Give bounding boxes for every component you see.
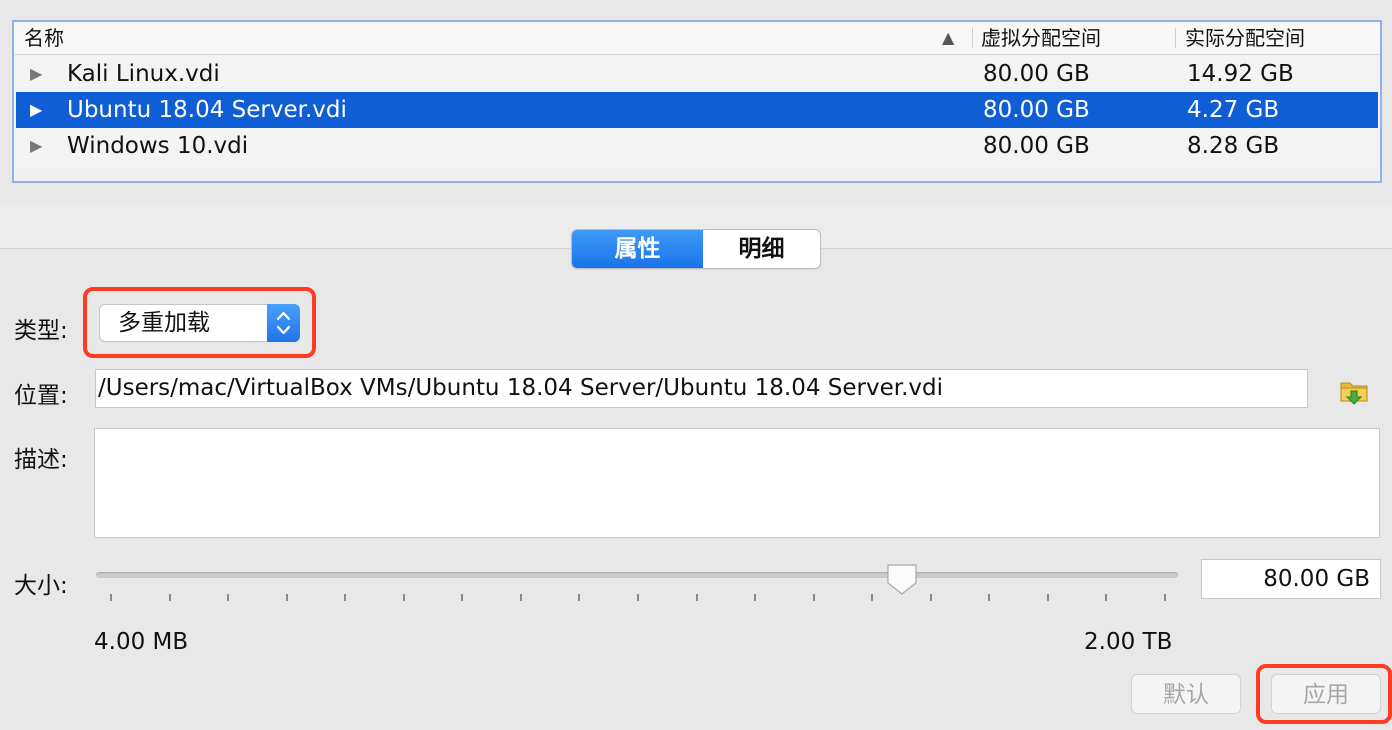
slider-tick: [754, 594, 756, 601]
chevron-up-down-icon-graphic: [276, 311, 291, 335]
column-header-virtual-size[interactable]: 虚拟分配空间: [981, 22, 1101, 54]
tab-properties[interactable]: 属性: [572, 230, 703, 268]
size-slider-track[interactable]: [96, 572, 1178, 578]
column-separator: [972, 28, 973, 48]
reset-button[interactable]: 默认: [1131, 674, 1241, 714]
folder-open-icon[interactable]: [1338, 374, 1372, 408]
slider-tick: [461, 594, 463, 601]
size-input[interactable]: 80.00 GB: [1201, 559, 1381, 599]
table-header: 名称 ▲ 虚拟分配空间 实际分配空间: [14, 22, 1380, 55]
type-select[interactable]: 多重加载: [99, 304, 300, 342]
size-min-label: 4.00 MB: [94, 629, 189, 655]
column-header-name[interactable]: 名称: [24, 22, 64, 54]
slider-tick: [1047, 594, 1049, 601]
slider-tick: [403, 594, 405, 601]
slider-tick: [520, 594, 522, 601]
row-actual-size: 14.92 GB: [1187, 61, 1294, 87]
row-actual-size: 4.27 GB: [1187, 97, 1280, 123]
folder-open-icon-graphic: [1340, 382, 1368, 405]
row-actual-size: 8.28 GB: [1187, 133, 1280, 159]
description-textarea[interactable]: [94, 428, 1380, 538]
row-name: Ubuntu 18.04 Server.vdi: [67, 97, 347, 123]
row-name: Kali Linux.vdi: [67, 61, 220, 87]
slider-tick: [988, 594, 990, 601]
slider-tick: [578, 594, 580, 601]
slider-tick: [227, 594, 229, 601]
chevron-up-down-icon[interactable]: [267, 304, 300, 342]
table-empty-area: [16, 168, 1378, 181]
disclosure-triangle-icon[interactable]: ▶: [30, 56, 42, 92]
slider-knob-graphic: [887, 564, 917, 595]
size-label: 大小:: [14, 573, 68, 599]
type-label: 类型:: [14, 318, 68, 344]
slider-tick: [286, 594, 288, 601]
disclosure-triangle-icon[interactable]: ▶: [30, 128, 42, 164]
table-row[interactable]: ▶ Kali Linux.vdi 80.00 GB 14.92 GB: [16, 56, 1378, 92]
size-slider-knob[interactable]: [885, 562, 919, 596]
apply-button[interactable]: 应用: [1271, 674, 1381, 714]
slider-tick: [344, 594, 346, 601]
slider-tick: [871, 594, 873, 601]
slider-tick: [110, 594, 112, 601]
slider-tick: [930, 594, 932, 601]
slider-tick: [169, 594, 171, 601]
column-separator: [1175, 28, 1176, 48]
table-row-selected[interactable]: ▶ Ubuntu 18.04 Server.vdi 80.00 GB 4.27 …: [16, 92, 1378, 128]
media-table: 名称 ▲ 虚拟分配空间 实际分配空间 ▶ Kali Linux.vdi 80.0…: [12, 20, 1382, 183]
size-max-label: 2.00 TB: [1084, 629, 1173, 655]
table-row[interactable]: ▶ Windows 10.vdi 80.00 GB 8.28 GB: [16, 128, 1378, 164]
column-header-actual-size[interactable]: 实际分配空间: [1185, 22, 1305, 54]
type-select-value: 多重加载: [118, 310, 210, 336]
slider-tick: [696, 594, 698, 601]
tab-details[interactable]: 明细: [703, 230, 820, 268]
disclosure-triangle-icon[interactable]: ▶: [30, 92, 42, 128]
location-field[interactable]: /Users/mac/VirtualBox VMs/Ubuntu 18.04 S…: [95, 369, 1308, 408]
row-virtual-size: 80.00 GB: [983, 61, 1090, 87]
sort-ascending-icon: ▲: [942, 28, 955, 47]
slider-tick: [1164, 594, 1166, 601]
slider-tick: [813, 594, 815, 601]
tab-switcher: 属性 明细: [571, 229, 821, 269]
location-label: 位置:: [14, 383, 68, 409]
row-virtual-size: 80.00 GB: [983, 133, 1090, 159]
description-label: 描述:: [14, 447, 68, 473]
row-virtual-size: 80.00 GB: [983, 97, 1090, 123]
slider-tick: [637, 594, 639, 601]
row-name: Windows 10.vdi: [67, 133, 249, 159]
slider-tick: [1105, 594, 1107, 601]
